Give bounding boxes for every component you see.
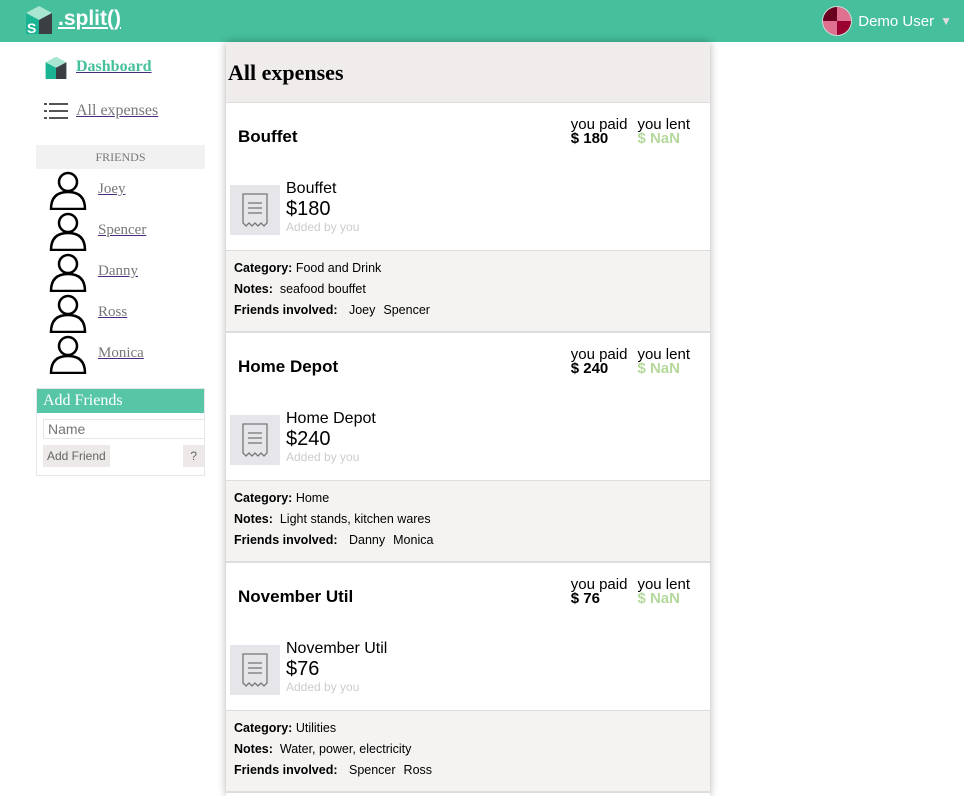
involved-friend: Spencer [348,763,396,777]
expense-title: Bouffet [238,127,298,146]
friends-involved-label: Friends involved: [234,763,338,777]
expense-card[interactable]: November Util you paid $ 76 you lent $ NaN… [226,563,710,793]
svg-text:S: S [27,20,36,34]
top-bar: S .split() Demo User ▼ [0,0,964,42]
add-friends-panel: Add Friends Add Friend ? [36,388,205,476]
expense-amount: $180 [286,198,331,220]
category-label: Category: [234,721,293,735]
friend-name-input[interactable] [43,419,205,439]
category-value: Home [295,491,330,505]
involved-friend: Monica [393,533,434,547]
sidebar: Dashboard All expenses FRIENDS Joey Spen… [36,42,205,476]
user-name: Demo User [858,12,935,30]
friend-item[interactable]: Ross [36,292,205,333]
expense-description: Bouffet [286,180,337,197]
expense-amount: $240 [286,428,331,450]
add-friend-button[interactable]: Add Friend [43,445,110,467]
friend-item[interactable]: Spencer [36,210,205,251]
category-value: Food and Drink [295,261,382,275]
expense-details: Category: Food and Drink Notes: seafood … [226,250,710,331]
person-icon [49,212,87,251]
friend-item[interactable]: Monica [36,333,205,374]
added-by: Added by you [286,680,360,694]
friend-link[interactable]: Monica [98,345,144,362]
expense-description: November Util [286,640,388,657]
friend-item[interactable]: Danny [36,251,205,292]
expense-details: Category: Utilities Notes: Water, power,… [226,710,710,791]
expense-title: Home Depot [238,357,339,376]
dashboard-link[interactable]: Dashboard [76,58,152,76]
you-paid-amount: $ 180 [570,130,609,147]
nav-dashboard[interactable]: Dashboard [36,45,205,89]
expense-title: November Util [238,587,354,606]
receipt-icon [230,415,280,465]
you-lent-amount: $ NaN [637,360,680,377]
you-paid-amount: $ 76 [570,590,600,607]
logo-link[interactable]: S .split() [24,4,121,34]
receipt-icon [230,645,280,695]
involved-friend: Joey [348,303,376,317]
friend-item[interactable]: Joey [36,169,205,210]
caret-down-icon: ▼ [940,14,952,28]
all-expenses-link[interactable]: All expenses [76,102,158,120]
involved-friend: Ross [403,763,433,777]
expense-card[interactable]: Home Depot you paid $ 240 you lent $ NaN H… [226,333,710,563]
category-value: Utilities [295,721,337,735]
added-by: Added by you [286,220,360,234]
person-icon [49,335,87,374]
you-lent-amount: $ NaN [637,130,680,147]
dashboard-logo-icon [45,56,67,79]
logo-text: .split() [58,7,121,30]
avatar [822,6,853,36]
involved-friend: Danny [348,533,386,547]
involved-friend: Spencer [383,303,430,317]
person-icon [49,294,87,333]
friend-link[interactable]: Joey [98,181,126,198]
friends-heading: FRIENDS [36,145,205,169]
expenses-panel: All expenses Bouffet you paid $ 180 you l… [226,42,710,796]
user-menu[interactable]: Demo User ▼ [822,6,952,36]
nav-all-expenses[interactable]: All expenses [36,89,205,133]
logo-icon: S [26,6,52,34]
notes-value: Water, power, electricity [279,742,412,756]
friend-link[interactable]: Danny [98,263,138,280]
notes-label: Notes: [234,742,273,756]
added-by: Added by you [286,450,360,464]
expense-details: Category: Home Notes: Light stands, kitc… [226,480,710,561]
expense-amount: $76 [286,658,320,680]
receipt-icon [230,185,280,235]
notes-label: Notes: [234,282,273,296]
notes-label: Notes: [234,512,273,526]
you-lent-amount: $ NaN [637,590,680,607]
notes-value: Light stands, kitchen wares [279,512,431,526]
person-icon [49,171,87,210]
category-label: Category: [234,261,293,275]
expense-card[interactable]: Bouffet you paid $ 180 you lent $ NaN Bouf… [226,103,710,333]
friends-involved-label: Friends involved: [234,533,338,547]
friend-link[interactable]: Spencer [98,222,146,239]
add-friends-title: Add Friends [37,389,204,413]
person-icon [49,253,87,292]
friend-link[interactable]: Ross [98,304,127,321]
list-icon [44,103,68,119]
expense-description: Home Depot [286,410,376,427]
page-title: All expenses [226,42,710,103]
friends-involved-label: Friends involved: [234,303,338,317]
category-label: Category: [234,491,293,505]
you-paid-amount: $ 240 [570,360,609,377]
notes-value: seafood bouffet [279,282,366,296]
help-button[interactable]: ? [183,445,204,467]
